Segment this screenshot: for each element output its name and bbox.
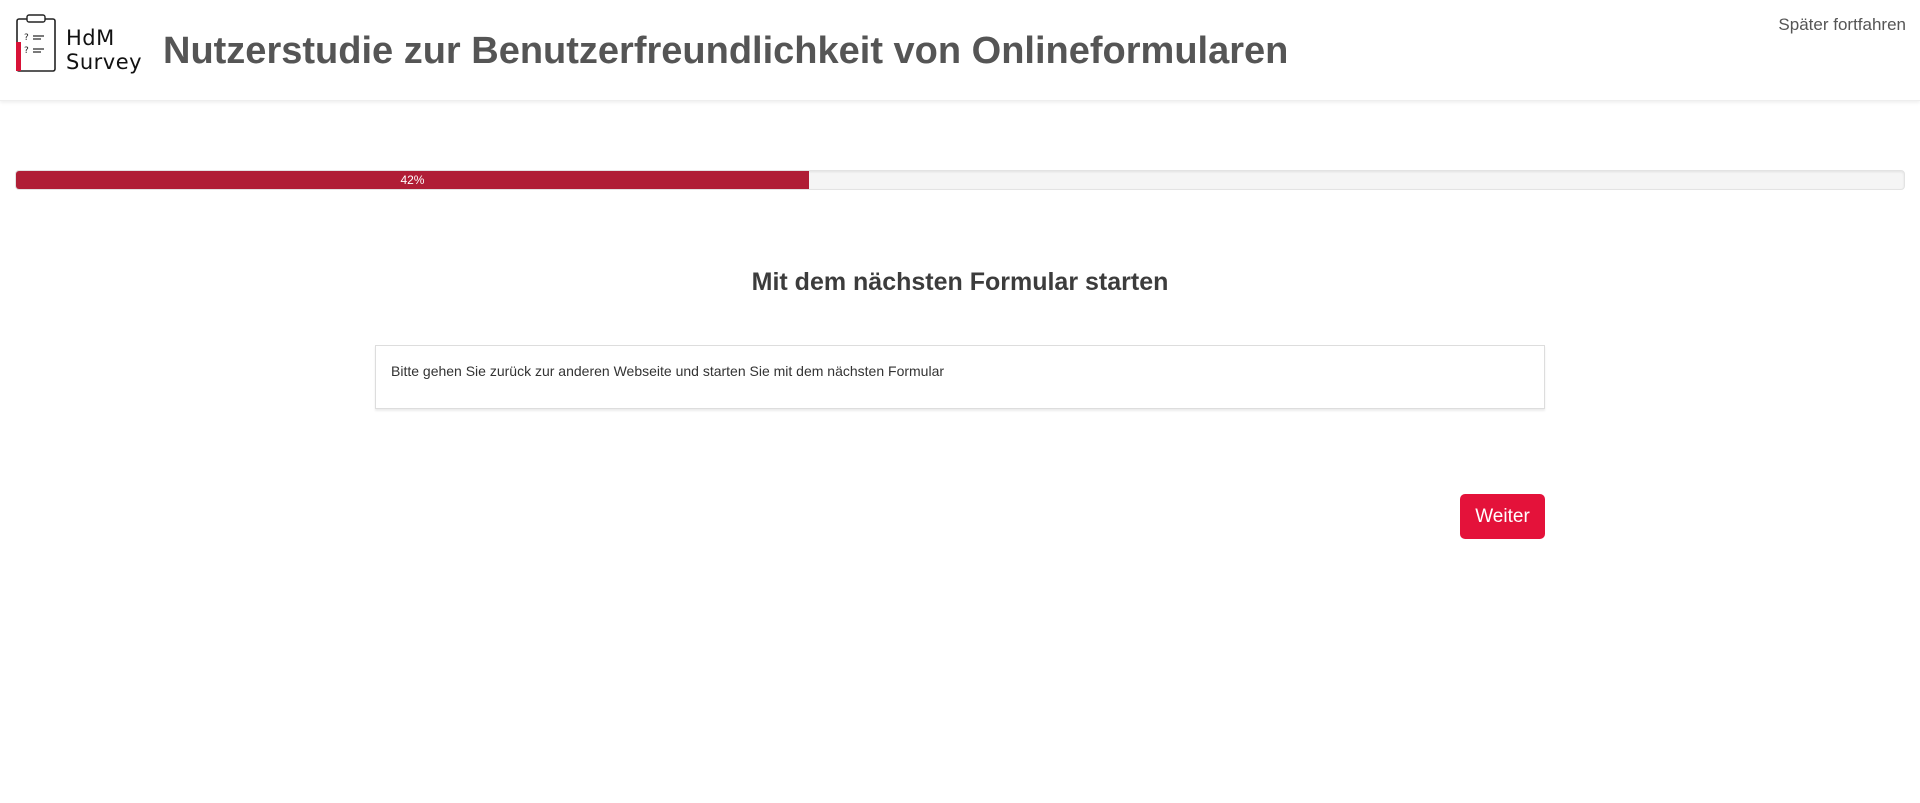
logo-line-2: Survey — [66, 50, 143, 74]
logo-text: HdM Survey — [66, 26, 142, 74]
logo-line-1: HdM — [66, 26, 115, 50]
svg-text:?: ? — [24, 33, 29, 43]
svg-text:?: ? — [24, 46, 29, 56]
hdm-survey-logo[interactable]: ? ? HdM Survey — [14, 14, 142, 74]
page-title: Nutzerstudie zur Benutzerfreundlichkeit … — [163, 30, 1289, 72]
info-message-box: Bitte gehen Sie zurück zur anderen Webse… — [375, 345, 1545, 409]
clipboard-icon: ? ? — [16, 14, 56, 72]
next-button[interactable]: Weiter — [1460, 494, 1545, 539]
progress-bar-track: 42% — [15, 170, 1905, 190]
info-message-text: Bitte gehen Sie zurück zur anderen Webse… — [391, 363, 945, 379]
section-heading: Mit dem nächsten Formular starten — [751, 268, 1169, 296]
header: ? ? HdM Survey Nutzerstudie zur Benutzer… — [0, 0, 1920, 101]
continue-later-link[interactable]: Später fortfahren — [1778, 15, 1906, 35]
progress-bar-fill: 42% — [16, 171, 809, 189]
